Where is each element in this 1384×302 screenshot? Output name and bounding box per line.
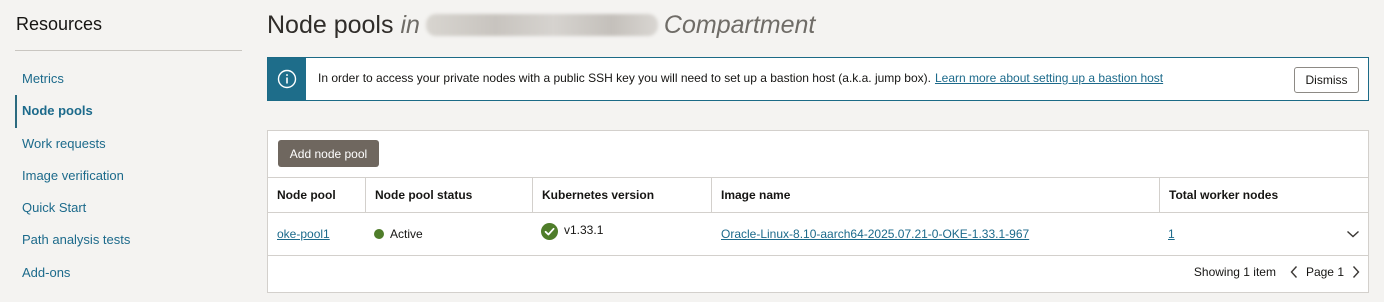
banner-message-text: In order to access your private nodes wi… xyxy=(318,71,931,85)
column-header-node-pool-status[interactable]: Node pool status xyxy=(365,178,532,212)
kubernetes-version-text: v1.33.1 xyxy=(564,223,604,237)
node-pool-link[interactable]: oke-pool1 xyxy=(277,227,330,241)
column-header-node-pool[interactable]: Node pool xyxy=(268,178,365,212)
status-text: Active xyxy=(390,227,423,241)
worker-nodes-cell: 1 xyxy=(1159,213,1368,255)
status-cell: Active xyxy=(365,213,532,255)
column-header-kubernetes-version[interactable]: Kubernetes version xyxy=(532,178,711,212)
column-header-image-name[interactable]: Image name xyxy=(711,178,1159,212)
chevron-down-icon[interactable] xyxy=(1346,229,1360,239)
add-node-pool-button[interactable]: Add node pool xyxy=(278,140,379,167)
showing-count: Showing 1 item xyxy=(1193,265,1276,279)
chevron-left-icon xyxy=(1290,266,1297,278)
sidebar-item-work-requests[interactable]: Work requests xyxy=(15,128,242,160)
chevron-right-icon xyxy=(1352,266,1360,278)
redacted-compartment-name xyxy=(425,14,658,36)
node-pool-cell: oke-pool1 xyxy=(268,213,365,255)
page-title-text: Node pools xyxy=(267,11,394,39)
column-header-total-worker-nodes[interactable]: Total worker nodes xyxy=(1159,178,1368,212)
info-icon xyxy=(277,69,297,89)
resources-nav: Metrics Node pools Work requests Image v… xyxy=(15,63,242,289)
next-page-button[interactable] xyxy=(1352,265,1360,279)
resources-title: Resources xyxy=(16,14,103,34)
page-title: Node pools in Compartment xyxy=(267,8,815,42)
sidebar-item-metrics[interactable]: Metrics xyxy=(15,63,242,95)
table-pagination: Showing 1 item Page 1 xyxy=(1194,265,1360,279)
resources-sidebar: Resources Metrics Node pools Work reques… xyxy=(0,0,244,302)
sidebar-item-quick-start[interactable]: Quick Start xyxy=(15,192,242,224)
node-pools-table-card: Add node pool Node pool Node pool status… xyxy=(267,130,1369,293)
worker-nodes-link[interactable]: 1 xyxy=(1168,227,1175,241)
bastion-learn-more-link[interactable]: Learn more about setting up a bastion ho… xyxy=(935,71,1163,85)
sidebar-item-image-verification[interactable]: Image verification xyxy=(15,160,242,192)
kubernetes-version-cell: v1.33.1 xyxy=(532,213,711,255)
sidebar-item-node-pools[interactable]: Node pools xyxy=(15,95,242,128)
banner-icon-box xyxy=(268,58,306,100)
table-row: oke-pool1 Active v1.33.1 Oracle-Linux-8.… xyxy=(268,213,1368,256)
sidebar-item-add-ons[interactable]: Add-ons xyxy=(15,257,242,289)
page-title-compartment: Compartment xyxy=(663,11,816,39)
previous-page-button[interactable] xyxy=(1290,265,1298,279)
divider xyxy=(15,50,242,51)
sidebar-item-path-analysis-tests[interactable]: Path analysis tests xyxy=(15,224,242,256)
page-indicator: Page 1 xyxy=(1305,265,1344,279)
page-title-in: in xyxy=(400,11,420,39)
image-name-cell: Oracle-Linux-8.10-aarch64-2025.07.21-0-O… xyxy=(711,213,1159,255)
check-circle-icon xyxy=(541,223,558,240)
dismiss-button[interactable]: Dismiss xyxy=(1294,67,1359,93)
status-active-dot-icon xyxy=(374,229,384,239)
image-name-link[interactable]: Oracle-Linux-8.10-aarch64-2025.07.21-0-O… xyxy=(721,227,1029,241)
table-header-row: Node pool Node pool status Kubernetes ve… xyxy=(268,177,1368,213)
banner-message: In order to access your private nodes wi… xyxy=(318,71,1163,85)
bastion-info-banner: In order to access your private nodes wi… xyxy=(267,57,1369,101)
